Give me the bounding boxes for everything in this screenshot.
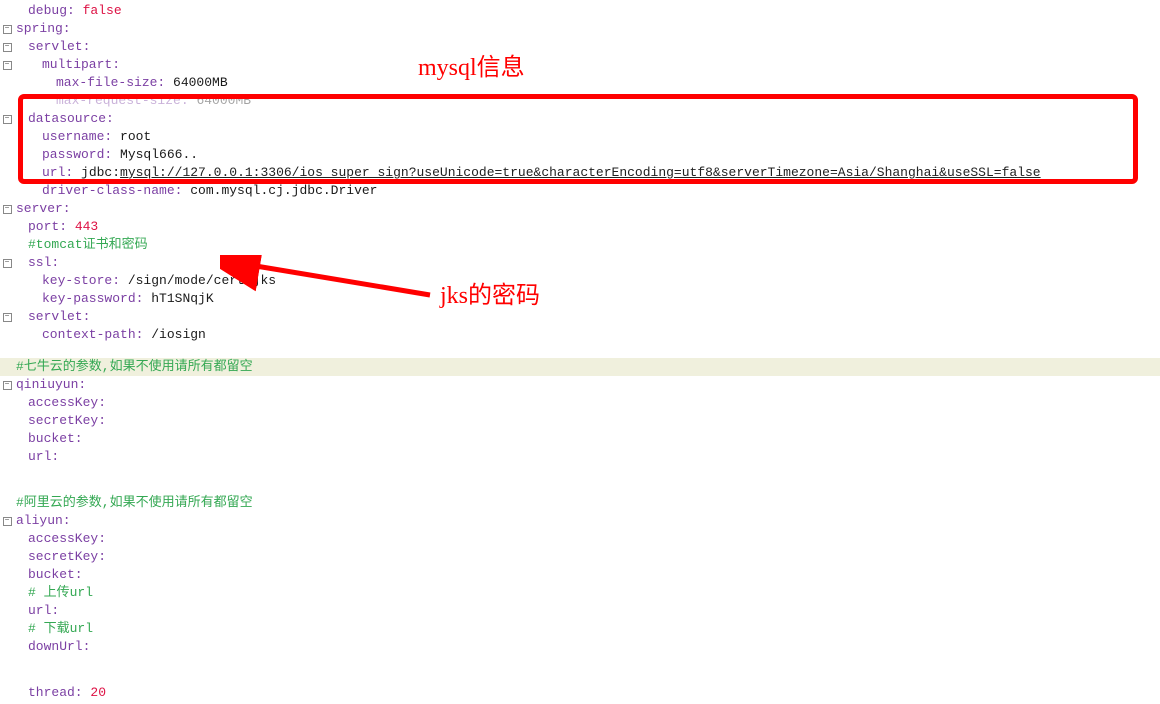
yaml-comment: # 下载url — [28, 621, 93, 636]
yaml-value: com.mysql.cj.jdbc.Driver — [190, 183, 377, 198]
code-line: password: Mysql666.. — [0, 146, 1160, 164]
code-line — [0, 480, 1160, 494]
code-line: url: — [0, 448, 1160, 466]
yaml-key: password: — [42, 147, 112, 162]
yaml-key: secretKey: — [28, 413, 106, 428]
yaml-key: ssl: — [28, 255, 59, 270]
yaml-key: driver-class-name: — [42, 183, 182, 198]
yaml-key: max-file-size: — [56, 75, 165, 90]
fold-icon[interactable] — [3, 205, 12, 214]
yaml-key: server: — [16, 201, 71, 216]
yaml-key: key-store: — [42, 273, 120, 288]
code-line: bucket: — [0, 430, 1160, 448]
code-line: key-password: hT1SNqjK — [0, 290, 1160, 308]
code-line — [0, 656, 1160, 670]
code-line: server: — [0, 200, 1160, 218]
yaml-key: username: — [42, 129, 112, 144]
yaml-key: servlet: — [28, 39, 90, 54]
yaml-value: 443 — [75, 219, 98, 234]
code-line: max-request-size: 64000MB — [0, 92, 1160, 110]
yaml-comment: #七牛云的参数,如果不使用请所有都留空 — [16, 359, 253, 374]
yaml-value: jdbc: — [81, 165, 120, 180]
fold-icon[interactable] — [3, 259, 12, 268]
code-line: bucket: — [0, 566, 1160, 584]
yaml-key: accessKey: — [28, 395, 106, 410]
fold-icon[interactable] — [3, 43, 12, 52]
code-line — [0, 344, 1160, 358]
code-line — [0, 466, 1160, 480]
fold-icon[interactable] — [3, 61, 12, 70]
yaml-key: downUrl: — [28, 639, 90, 654]
yaml-value: 64000MB — [173, 75, 228, 90]
yaml-key: servlet: — [28, 309, 90, 324]
code-line: multipart: — [0, 56, 1160, 74]
jdbc-url: mysql://127.0.0.1:3306/ios_super_sign?us… — [120, 165, 1041, 180]
code-line: accessKey: — [0, 530, 1160, 548]
code-line: #tomcat证书和密码 — [0, 236, 1160, 254]
code-line: url: jdbc:mysql://127.0.0.1:3306/ios_sup… — [0, 164, 1160, 182]
code-line: key-store: /sign/mode/cert.jks — [0, 272, 1160, 290]
code-line: secretKey: — [0, 548, 1160, 566]
yaml-key: spring: — [16, 21, 71, 36]
code-line: # 上传url — [0, 584, 1160, 602]
yaml-comment: #阿里云的参数,如果不使用请所有都留空 — [16, 495, 253, 510]
code-line: servlet: — [0, 38, 1160, 56]
code-line: spring: — [0, 20, 1160, 38]
code-line: aliyun: — [0, 512, 1160, 530]
yaml-key: context-path: — [42, 327, 143, 342]
yaml-key: multipart: — [42, 57, 120, 72]
yaml-key: port: — [28, 219, 67, 234]
yaml-key: bucket: — [28, 567, 83, 582]
fold-icon[interactable] — [3, 313, 12, 322]
yaml-key: secretKey: — [28, 549, 106, 564]
fold-icon[interactable] — [3, 381, 12, 390]
yaml-comment: # 上传url — [28, 585, 93, 600]
yaml-value: /sign/mode/cert.jks — [128, 273, 276, 288]
yaml-value: 20 — [90, 685, 106, 700]
code-editor[interactable]: debug: false spring: servlet: multipart:… — [0, 0, 1160, 704]
code-line: debug: false — [0, 2, 1160, 20]
code-line: datasource: — [0, 110, 1160, 128]
code-line: servlet: — [0, 308, 1160, 326]
yaml-key: url: — [42, 165, 73, 180]
fold-icon[interactable] — [3, 115, 12, 124]
yaml-key: datasource: — [28, 111, 114, 126]
yaml-value: /iosign — [151, 327, 206, 342]
yaml-key: accessKey: — [28, 531, 106, 546]
yaml-key: qiniuyun: — [16, 377, 86, 392]
code-line: thread: 20 — [0, 684, 1160, 702]
yaml-key: url: — [28, 449, 59, 464]
code-line: port: 443 — [0, 218, 1160, 236]
yaml-key: max-request-size: — [56, 93, 189, 108]
yaml-key: bucket: — [28, 431, 83, 446]
code-line: # 下载url — [0, 620, 1160, 638]
code-line: context-path: /iosign — [0, 326, 1160, 344]
code-line: #七牛云的参数,如果不使用请所有都留空 — [0, 358, 1160, 376]
code-line: qiniuyun: — [0, 376, 1160, 394]
fold-icon[interactable] — [3, 517, 12, 526]
yaml-key: aliyun: — [16, 513, 71, 528]
code-line: ssl: — [0, 254, 1160, 272]
code-line: username: root — [0, 128, 1160, 146]
yaml-key: key-password: — [42, 291, 143, 306]
yaml-value: false — [83, 3, 122, 18]
code-line: secretKey: — [0, 412, 1160, 430]
yaml-value: 64000MB — [196, 93, 251, 108]
code-line: url: — [0, 602, 1160, 620]
code-line: #阿里云的参数,如果不使用请所有都留空 — [0, 494, 1160, 512]
fold-icon[interactable] — [3, 25, 12, 34]
code-line — [0, 670, 1160, 684]
code-line: accessKey: — [0, 394, 1160, 412]
code-line: driver-class-name: com.mysql.cj.jdbc.Dri… — [0, 182, 1160, 200]
yaml-comment: #tomcat证书和密码 — [28, 237, 148, 252]
code-line: max-file-size: 64000MB — [0, 74, 1160, 92]
yaml-key: url: — [28, 603, 59, 618]
code-line: downUrl: — [0, 638, 1160, 656]
yaml-key: debug: — [28, 3, 75, 18]
yaml-value: Mysql666.. — [120, 147, 198, 162]
yaml-key: thread: — [28, 685, 83, 700]
yaml-value: hT1SNqjK — [151, 291, 213, 306]
yaml-value: root — [120, 129, 151, 144]
